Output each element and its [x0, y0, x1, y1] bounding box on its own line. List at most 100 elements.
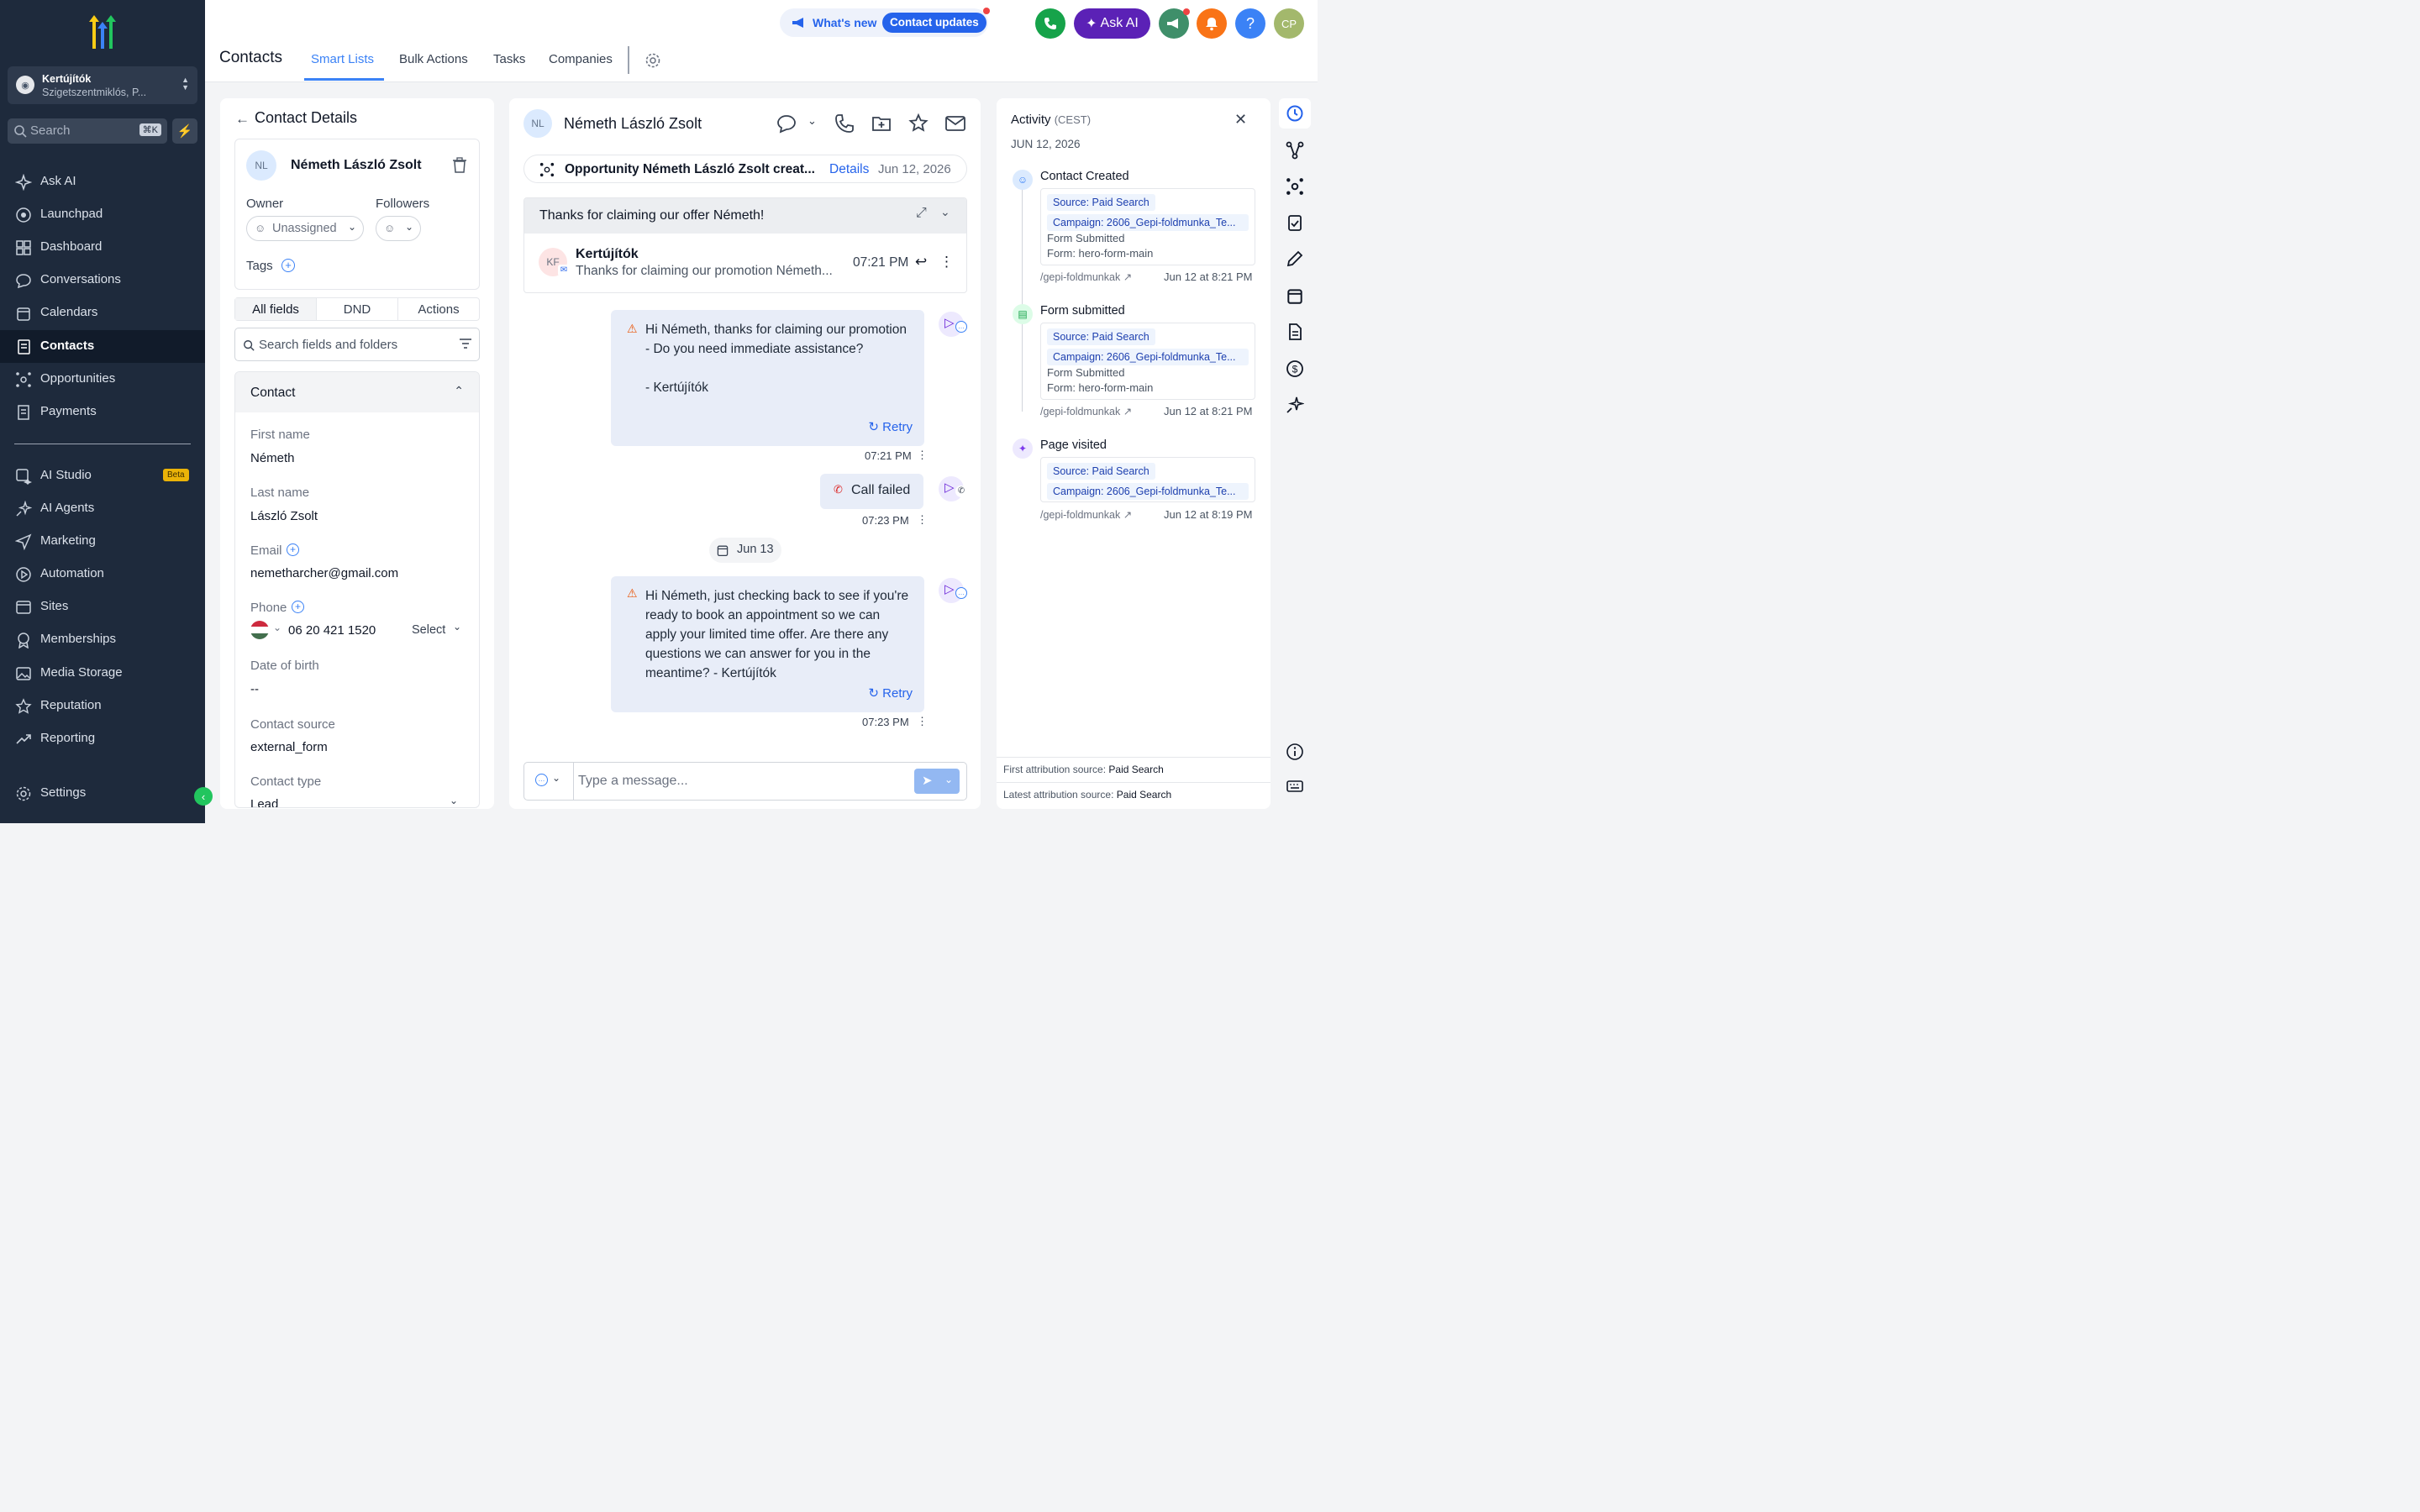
more-vertical-icon[interactable]: ⋮	[917, 715, 928, 728]
clipboard-check-icon[interactable]	[1286, 213, 1304, 232]
document-icon[interactable]	[1286, 323, 1304, 341]
tab-actions[interactable]: Actions	[398, 298, 479, 320]
channel-select[interactable]: … ⌄	[524, 763, 574, 800]
section-header[interactable]: Contact ⌃	[235, 372, 479, 412]
latest-attribution: Latest attribution source: Paid Search	[1003, 789, 1171, 801]
sidebar-item-payments[interactable]: Payments	[0, 396, 205, 428]
more-vertical-icon[interactable]: ⋮	[939, 254, 954, 270]
owner-select[interactable]: ☺ Unassigned ⌄	[246, 216, 364, 241]
tab-bulk-actions[interactable]: Bulk Actions	[399, 52, 468, 66]
sidebar-item-launchpad[interactable]: Launchpad	[0, 198, 205, 231]
sidebar-item-contacts[interactable]: Contacts	[0, 330, 205, 363]
app-logo[interactable]	[82, 15, 123, 50]
notifications-button[interactable]	[1197, 8, 1227, 39]
fields-search-input[interactable]: Search fields and folders	[234, 328, 480, 361]
expand-icon[interactable]: ⤢	[916, 206, 927, 221]
trash-icon[interactable]	[452, 157, 467, 174]
hungary-flag-icon[interactable]	[250, 621, 269, 639]
opportunity-details-link[interactable]: Details	[829, 162, 869, 177]
tab-tasks[interactable]: Tasks	[493, 52, 525, 66]
retry-label: Retry	[882, 420, 913, 434]
back-arrow-icon[interactable]: ←	[235, 111, 250, 128]
activity-line: Form Submitted	[1047, 232, 1125, 244]
gear-icon[interactable]	[644, 52, 661, 69]
dollar-circle-icon[interactable]: $	[1286, 360, 1304, 378]
sidebar-item-media-storage[interactable]: Media Storage	[0, 657, 205, 690]
email-preview[interactable]: Thanks for claiming our promotion Németh…	[576, 264, 833, 279]
dob-field[interactable]: --	[250, 682, 259, 696]
filter-icon[interactable]	[460, 339, 471, 349]
thread-header[interactable]: Thanks for claiming our offer Németh! ⤢ …	[524, 198, 966, 234]
calendar-icon[interactable]	[1286, 286, 1304, 305]
sidebar-item-marketing[interactable]: Marketing	[0, 525, 205, 558]
sidebar-item-ai-agents[interactable]: AI Agents	[0, 492, 205, 525]
folder-add-icon[interactable]	[871, 113, 892, 134]
sidebar-item-reputation[interactable]: Reputation	[0, 690, 205, 722]
contact-source-field[interactable]: external_form	[250, 740, 328, 754]
send-button[interactable]: ➤ ⌄	[914, 769, 960, 794]
contact-type-field[interactable]: Lead	[250, 797, 278, 807]
more-vertical-icon[interactable]: ⋮	[917, 513, 928, 527]
help-button[interactable]: ?	[1235, 8, 1265, 39]
user-avatar[interactable]: CP	[1274, 8, 1304, 39]
opportunities-icon[interactable]	[1286, 177, 1304, 196]
pencil-icon[interactable]	[1286, 249, 1304, 268]
phone-call-icon[interactable]	[834, 113, 855, 134]
workflow-icon[interactable]	[1286, 141, 1304, 160]
phone-type-select[interactable]: Select	[412, 623, 445, 637]
add-phone-plus-icon[interactable]: +	[292, 601, 304, 613]
sidebar-item-ai-studio[interactable]: AI Studio Beta	[0, 459, 205, 492]
info-icon[interactable]	[1286, 743, 1304, 761]
add-email-plus-icon[interactable]: +	[287, 543, 299, 556]
ai-sparkle-icon[interactable]	[1286, 396, 1304, 414]
contact-updates-button[interactable]: Contact updates	[882, 13, 986, 33]
sidebar-search[interactable]: Search ⌘K	[8, 118, 167, 144]
retry-button[interactable]: ↻ Retry	[868, 419, 913, 434]
more-vertical-icon[interactable]: ⋮	[917, 449, 928, 462]
sidebar-item-automation[interactable]: Automation	[0, 558, 205, 591]
cursor-click-icon: ✦	[1013, 438, 1033, 459]
message-input[interactable]: Type a message...	[578, 774, 688, 789]
sidebar-item-label: Payments	[40, 404, 97, 418]
reply-icon[interactable]: ↩	[915, 254, 927, 270]
tab-companies[interactable]: Companies	[549, 52, 613, 66]
quick-actions-bolt-icon[interactable]: ⚡	[172, 118, 197, 144]
sidebar-item-settings[interactable]: Settings	[0, 777, 205, 810]
chevron-down-icon[interactable]: ⌄	[808, 114, 817, 128]
page-path-link[interactable]: /gepi-foldmunkak ↗	[1040, 405, 1132, 417]
followers-select[interactable]: ☺ ⌄	[376, 216, 421, 241]
sidebar-item-reporting[interactable]: Reporting	[0, 722, 205, 755]
tab-smart-lists[interactable]: Smart Lists	[311, 52, 374, 66]
retry-button[interactable]: ↻ Retry	[868, 685, 913, 701]
location-switcher[interactable]: ◉ Kertújítók Szigetszentmiklós, P... ▲ ▼	[8, 66, 197, 104]
chevron-down-icon[interactable]: ⌄	[273, 622, 281, 633]
sidebar-item-opportunities[interactable]: Opportunities	[0, 363, 205, 396]
tab-dnd[interactable]: DND	[317, 298, 398, 320]
whats-new-bar[interactable]: What's new Contact updates	[780, 8, 988, 37]
tab-all-fields[interactable]: All fields	[235, 298, 317, 320]
add-tag-plus-icon[interactable]: +	[281, 259, 295, 272]
email-field[interactable]: nemetharcher@gmail.com	[250, 566, 398, 580]
activity-rail-button[interactable]	[1279, 98, 1311, 129]
page-path-link[interactable]: /gepi-foldmunkak ↗	[1040, 270, 1132, 283]
sidebar-item-ask-ai[interactable]: Ask AI	[0, 165, 205, 198]
chat-channel-icon[interactable]	[776, 113, 797, 134]
first-name-label: First name	[250, 428, 310, 442]
last-name-field[interactable]: László Zsolt	[250, 509, 318, 523]
sidebar-item-conversations[interactable]: Conversations	[0, 264, 205, 297]
sidebar-item-calendars[interactable]: Calendars	[0, 297, 205, 329]
phone-button[interactable]	[1035, 8, 1065, 39]
star-icon[interactable]	[908, 113, 929, 134]
first-name-field[interactable]: Németh	[250, 451, 295, 465]
phone-field[interactable]: 06 20 421 1520	[288, 623, 376, 638]
page-path-link[interactable]: /gepi-foldmunkak ↗	[1040, 508, 1132, 521]
collapse-sidebar-button[interactable]: ‹	[194, 787, 213, 806]
mail-icon[interactable]	[944, 113, 966, 134]
sidebar-item-sites[interactable]: Sites	[0, 591, 205, 623]
ask-ai-button[interactable]: ✦ Ask AI	[1074, 8, 1150, 39]
close-icon[interactable]: ✕	[1234, 111, 1247, 129]
chevron-down-icon[interactable]: ⌄	[940, 205, 950, 219]
sidebar-item-dashboard[interactable]: Dashboard	[0, 231, 205, 264]
sidebar-item-memberships[interactable]: Memberships	[0, 623, 205, 656]
keyboard-icon[interactable]	[1286, 777, 1304, 795]
